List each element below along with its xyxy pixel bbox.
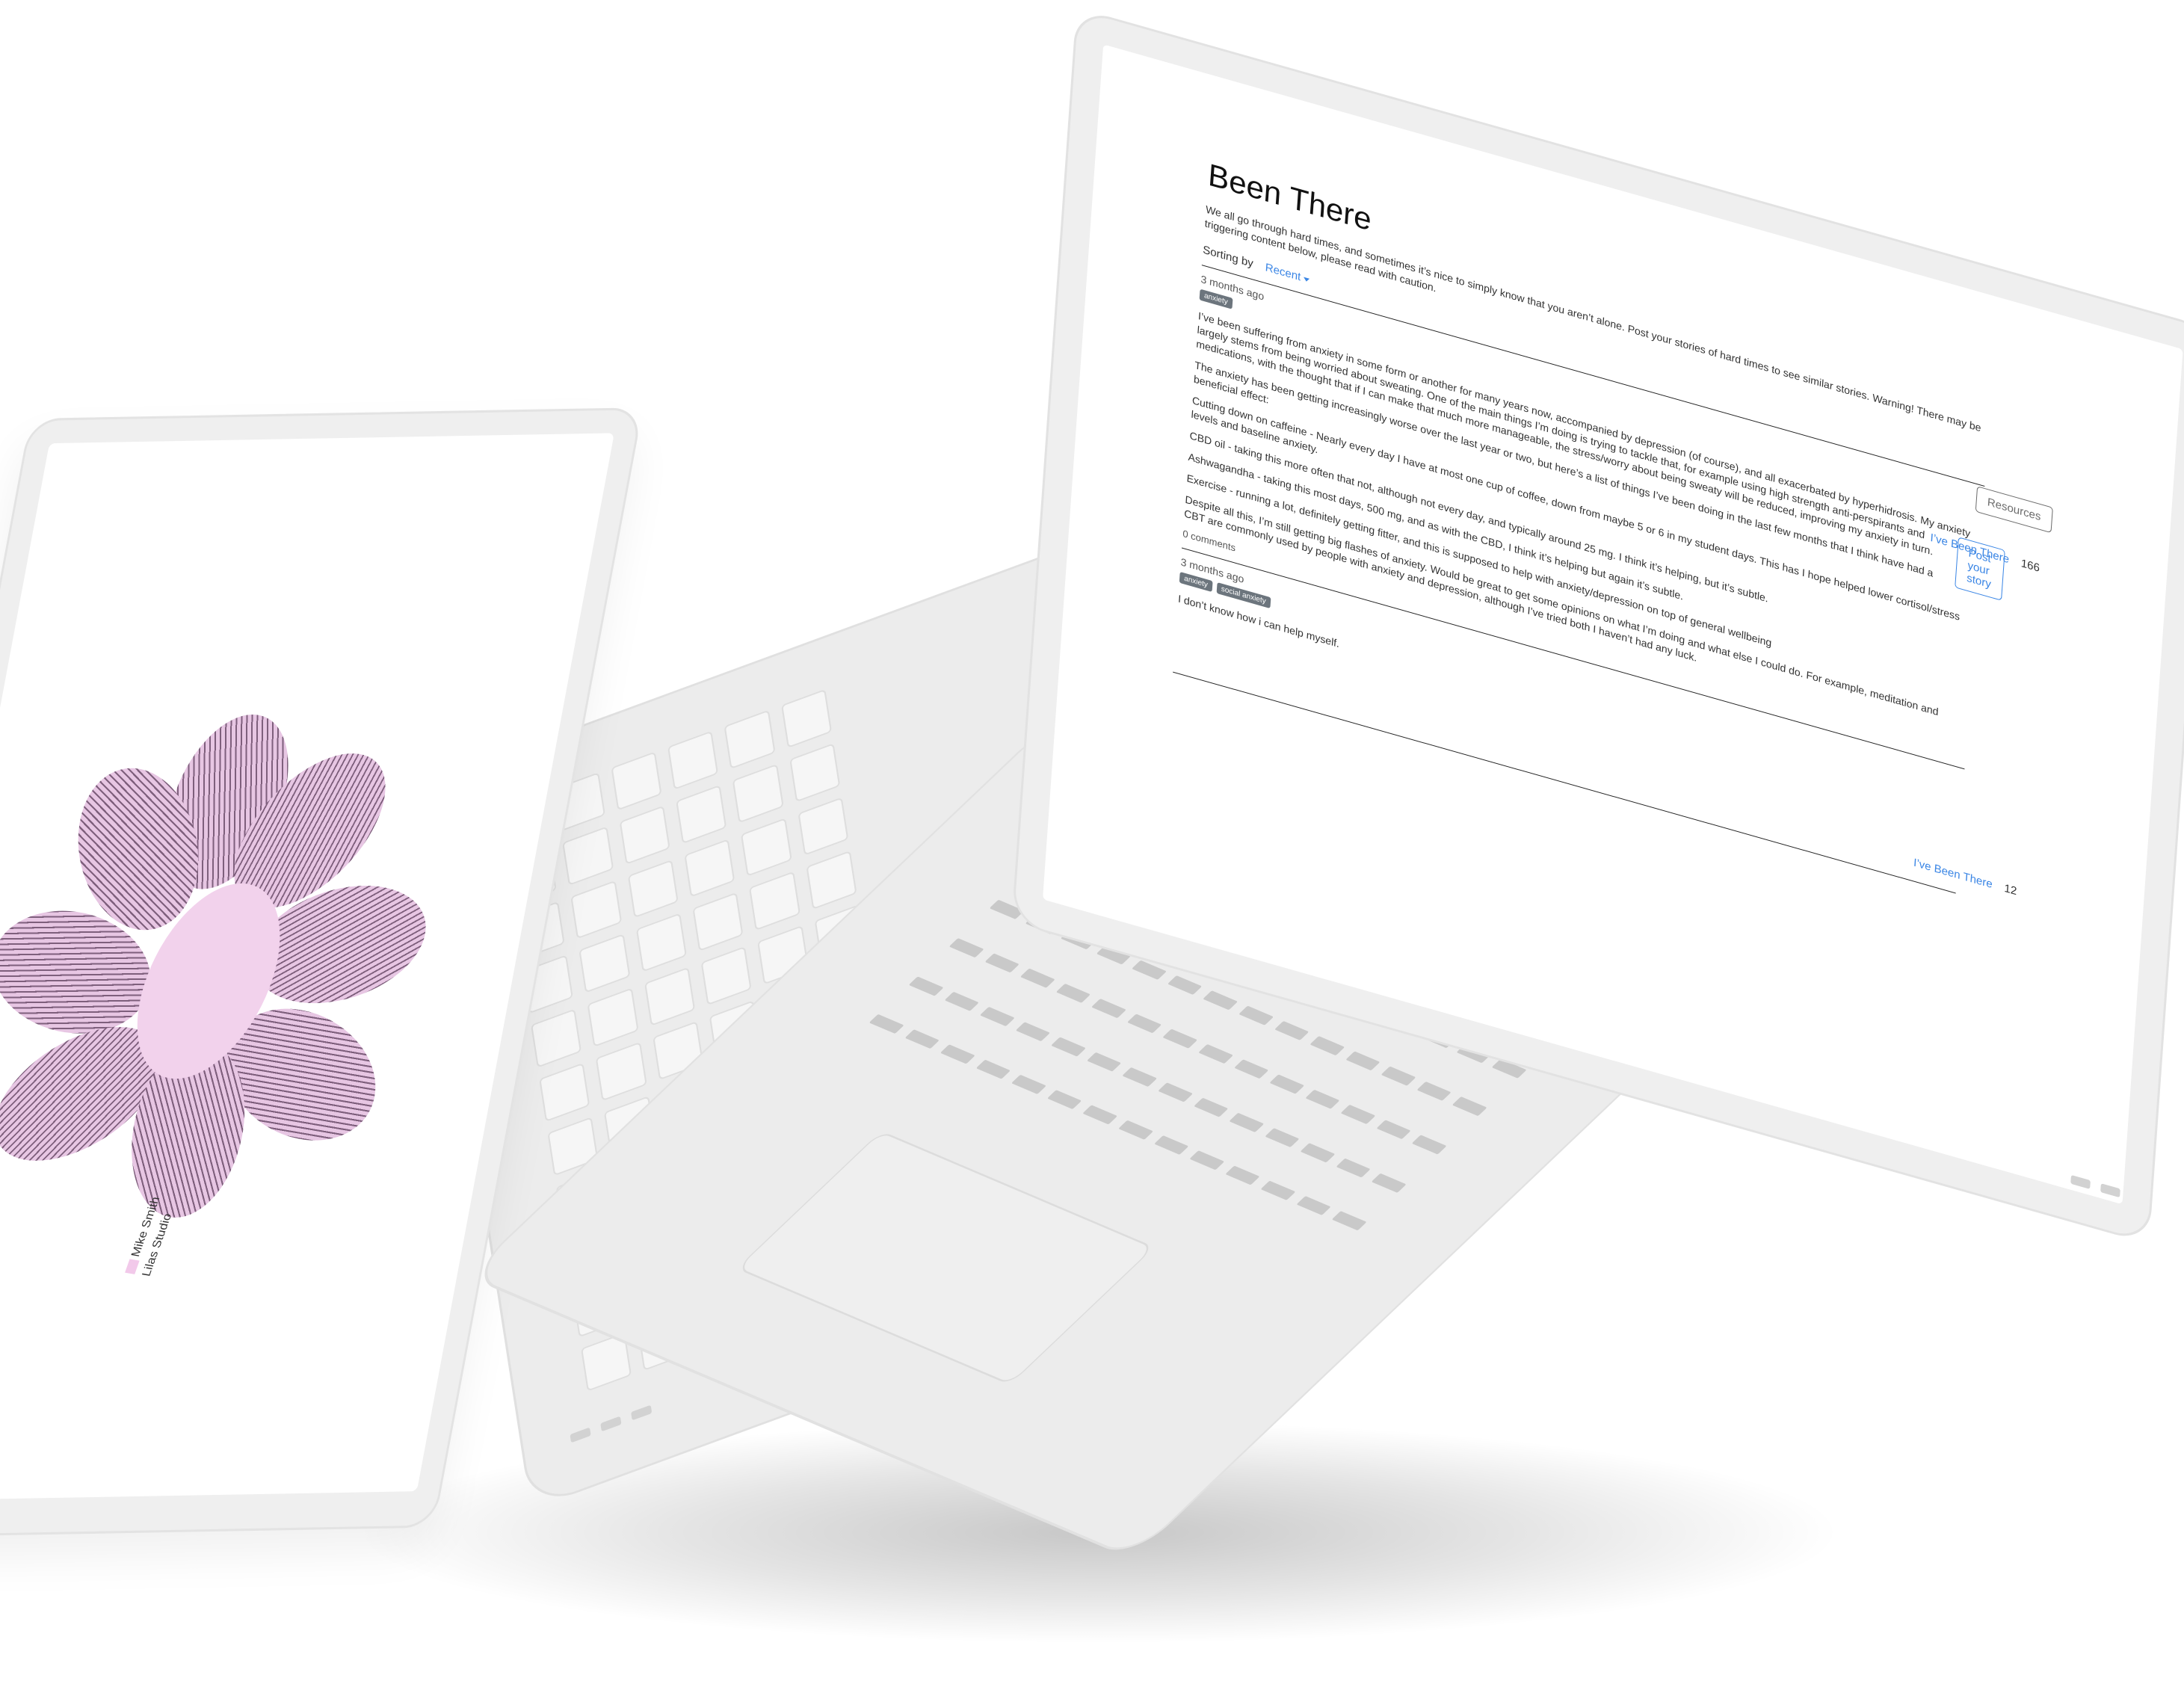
keyboard-key	[732, 763, 784, 823]
keyboard-key	[1301, 1142, 1336, 1163]
been-there-button[interactable]: I’ve Been There	[1913, 857, 1993, 891]
keyboard-key	[1046, 1090, 1082, 1110]
keyboard-key	[975, 1059, 1011, 1080]
been-there-count: 12	[2003, 881, 2017, 898]
keyboard-key	[579, 934, 631, 993]
keyboard-key	[539, 1062, 590, 1122]
keyboard-key	[869, 1014, 904, 1034]
keyboard-key	[1310, 1036, 1345, 1056]
keyboard-key	[1269, 1074, 1305, 1094]
sort-label: Sorting by	[1202, 243, 1254, 271]
keyboard-key	[587, 987, 639, 1047]
keyboard-key	[1381, 1066, 1416, 1086]
keyboard-key	[944, 991, 980, 1011]
keyboard-key	[1340, 1104, 1376, 1125]
keyboard-key	[1331, 1211, 1367, 1231]
keyboard-key	[531, 1008, 582, 1068]
keyboard-key	[1260, 1180, 1295, 1201]
keyboard-key	[1452, 1097, 1487, 1117]
keyboard-key	[741, 817, 792, 878]
keyboard-key	[1158, 1082, 1194, 1102]
keyboard-key	[1233, 1059, 1269, 1079]
keyboard-key	[909, 976, 944, 996]
caption-marker	[124, 1259, 140, 1274]
keyboard-key	[596, 1041, 647, 1102]
keyboard-key	[1238, 1005, 1274, 1025]
keyboard-key	[806, 851, 857, 910]
keyboard-key	[611, 751, 662, 811]
keyboard-key	[700, 946, 753, 1006]
keyboard-key	[1224, 1165, 1260, 1185]
keyboard-key	[1117, 1120, 1153, 1141]
keyboard-key	[1087, 1052, 1122, 1072]
keyboard-key	[1082, 1105, 1117, 1125]
trackpad	[735, 1130, 1156, 1386]
keyboard-key	[984, 953, 1019, 973]
left-laptop-ports	[570, 1404, 653, 1443]
keyboard-key	[644, 966, 696, 1027]
keyboard-key	[667, 730, 719, 790]
sort-dropdown[interactable]: Recent	[1265, 261, 1310, 286]
keyboard-key	[1416, 1082, 1452, 1102]
keyboard-key	[749, 872, 801, 931]
keyboard-key	[684, 838, 735, 898]
keyboard-key	[1265, 1127, 1300, 1147]
keyboard-key	[948, 938, 984, 958]
keyboard-key	[789, 742, 841, 803]
keyboard-key	[1229, 1112, 1265, 1132]
keyboard-key	[1412, 1135, 1447, 1155]
keyboard-key	[724, 709, 776, 769]
keyboard-key	[780, 688, 833, 748]
keyboard-key	[692, 892, 744, 952]
keyboard-key	[980, 1006, 1015, 1026]
keyboard-key	[904, 1029, 940, 1049]
keyboard-key	[1122, 1067, 1158, 1087]
keyboard-key	[798, 797, 849, 857]
sort-value: Recent	[1265, 261, 1301, 284]
keyboard-key	[1126, 1014, 1162, 1034]
been-there-row: I’ve Been There 12	[1913, 857, 2017, 898]
resources-button[interactable]: Resources	[1975, 486, 2053, 534]
keyboard-key	[1203, 990, 1238, 1011]
keyboard-key	[1091, 999, 1126, 1019]
keyboard-key	[1055, 983, 1091, 1003]
keyboard-key	[1167, 975, 1203, 996]
keyboard-key	[1011, 1075, 1046, 1095]
keyboard-key	[570, 880, 622, 940]
chevron-down-icon	[1304, 277, 1310, 283]
keyboard-key	[1372, 1173, 1407, 1193]
flower-artwork	[0, 706, 453, 1253]
usb-port	[600, 1416, 622, 1432]
keyboard-key	[1345, 1051, 1381, 1071]
keyboard-key	[1153, 1135, 1189, 1156]
keyboard-key	[1162, 1028, 1198, 1049]
keyboard-key	[1189, 1150, 1224, 1171]
keyboard-key	[1305, 1089, 1340, 1109]
been-there-app: Been There We all go through hard times,…	[1172, 157, 2053, 901]
keyboard-key	[1296, 1196, 1331, 1216]
keyboard-key	[627, 859, 679, 919]
keyboard-key	[619, 805, 670, 865]
keyboard-key	[1336, 1158, 1372, 1178]
usb-port	[570, 1427, 591, 1443]
keyboard-key	[1019, 968, 1055, 988]
keyboard-key	[940, 1044, 975, 1064]
been-there-count: 166	[2020, 557, 2040, 575]
keyboard-key	[1376, 1120, 1411, 1140]
keyboard-key	[1198, 1043, 1233, 1064]
keyboard-key	[635, 913, 687, 972]
keyboard-key	[1015, 1021, 1051, 1041]
keyboard-key	[676, 784, 727, 844]
keyboard-key	[1051, 1037, 1087, 1057]
usb-port	[631, 1404, 653, 1421]
keyboard-key	[562, 826, 614, 886]
keyboard-key	[1274, 1021, 1310, 1041]
keyboard-key	[1194, 1097, 1229, 1117]
